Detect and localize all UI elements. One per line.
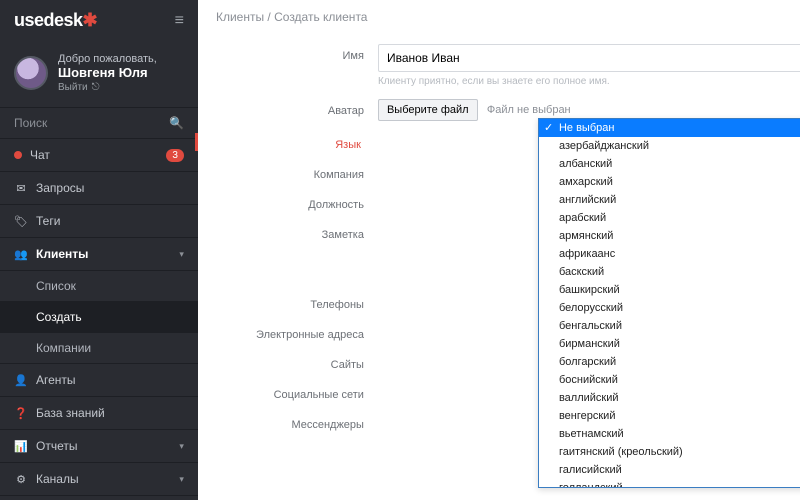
user-avatar <box>14 56 48 90</box>
label-messengers: Мессенджеры <box>198 413 378 431</box>
label-language: Язык <box>195 133 375 151</box>
nav-label: База знаний <box>36 406 184 420</box>
chat-dot-icon <box>14 151 22 159</box>
nav-subitem-Создать[interactable]: Создать <box>0 302 198 333</box>
language-option[interactable]: венгерский <box>539 407 800 425</box>
nav-icon: ❓ <box>14 407 28 420</box>
nav-subitem-Компании[interactable]: Компании <box>0 333 198 364</box>
menu-toggle-icon[interactable]: ≡ <box>175 12 184 30</box>
language-option[interactable]: вьетнамский <box>539 425 800 443</box>
search-icon[interactable]: 🔍 <box>169 116 184 130</box>
nav-label: Теги <box>36 214 184 228</box>
user-name: Шовгеня Юля <box>58 65 157 80</box>
app-logo: usedesk✱ <box>14 10 97 31</box>
breadcrumb: Клиенты / Создать клиента <box>198 0 800 34</box>
main-content: Клиенты / Создать клиента Имя Клиенту пр… <box>198 0 800 500</box>
label-avatar: Аватар <box>198 99 378 117</box>
nav-icon: 📊 <box>14 440 28 453</box>
avatar-file-button[interactable]: Выберите файл <box>378 99 478 121</box>
nav-icon: 👤 <box>14 374 28 387</box>
language-option[interactable]: азербайджанский <box>539 137 800 155</box>
label-note: Заметка <box>198 223 378 241</box>
language-option[interactable]: Не выбран <box>539 119 800 137</box>
nav-label: Отчеты <box>36 439 171 453</box>
language-option[interactable]: албанский <box>539 155 800 173</box>
nav-icon: 🏷 <box>14 215 28 228</box>
language-dropdown[interactable]: Не выбраназербайджанскийалбанскийамхарск… <box>538 118 800 488</box>
nav-label: Запросы <box>36 181 184 195</box>
nav: Чат3✉Запросы🏷Теги👥Клиенты▾СписокСоздатьК… <box>0 139 198 500</box>
chevron-down-icon: ▾ <box>179 441 184 452</box>
language-option[interactable]: валлийский <box>539 389 800 407</box>
search-input[interactable] <box>14 116 169 130</box>
avatar-file-status: Файл не выбран <box>487 104 571 116</box>
language-option[interactable]: арабский <box>539 209 800 227</box>
label-phones: Телефоны <box>198 293 378 311</box>
language-option[interactable]: белорусский <box>539 299 800 317</box>
breadcrumb-current: Создать клиента <box>274 10 367 24</box>
language-option[interactable]: болгарский <box>539 353 800 371</box>
name-input[interactable] <box>378 44 800 72</box>
logout-icon: ⎋ <box>92 82 100 93</box>
user-block: Добро пожаловать, Шовгеня Юля Выйти ⎋ <box>0 41 198 107</box>
language-option[interactable]: башкирский <box>539 281 800 299</box>
nav-label: Агенты <box>36 373 184 387</box>
label-company: Компания <box>198 163 378 181</box>
name-hint: Клиенту приятно, если вы знаете его полн… <box>378 76 800 87</box>
logo-icon: ✱ <box>83 10 98 30</box>
language-option[interactable]: бирманский <box>539 335 800 353</box>
nav-item-Теги[interactable]: 🏷 Теги <box>0 205 198 238</box>
nav-item-Отчеты[interactable]: 📊 Отчеты ▾ <box>0 430 198 463</box>
nav-item-Каналы[interactable]: ⚙ Каналы ▾ <box>0 463 198 496</box>
nav-item-Клиенты[interactable]: 👥 Клиенты ▾ <box>0 238 198 271</box>
label-name: Имя <box>198 44 378 62</box>
nav-label: Чат <box>30 148 158 162</box>
label-position: Должность <box>198 193 378 211</box>
chevron-down-icon: ▾ <box>179 474 184 485</box>
nav-item-Запросы[interactable]: ✉ Запросы <box>0 172 198 205</box>
label-sites: Сайты <box>198 353 378 371</box>
language-option[interactable]: бенгальский <box>539 317 800 335</box>
language-option[interactable]: гаитянский (креольский) <box>539 443 800 461</box>
logout-link[interactable]: Выйти ⎋ <box>58 82 157 93</box>
chevron-down-icon: ▾ <box>179 249 184 260</box>
language-option[interactable]: баскский <box>539 263 800 281</box>
language-option[interactable]: африкаанс <box>539 245 800 263</box>
label-socials: Социальные сети <box>198 383 378 401</box>
nav-item-Агенты[interactable]: 👤 Агенты <box>0 364 198 397</box>
nav-label: Каналы <box>36 472 171 486</box>
nav-icon: 👥 <box>14 248 28 261</box>
nav-icon: ⚙ <box>14 473 28 486</box>
nav-subitem-Список[interactable]: Список <box>0 271 198 302</box>
language-option[interactable]: амхарский <box>539 173 800 191</box>
language-option[interactable]: английский <box>539 191 800 209</box>
nav-label: Клиенты <box>36 247 171 261</box>
language-option[interactable]: армянский <box>539 227 800 245</box>
nav-icon: ✉ <box>14 182 28 195</box>
language-option[interactable]: боснийский <box>539 371 800 389</box>
label-emails: Электронные адреса <box>198 323 378 341</box>
language-option[interactable]: голландский <box>539 479 800 488</box>
nav-item-База знаний[interactable]: ❓ База знаний <box>0 397 198 430</box>
breadcrumb-root[interactable]: Клиенты <box>216 10 264 24</box>
nav-badge: 3 <box>166 149 184 162</box>
sidebar: usedesk✱ ≡ Добро пожаловать, Шовгеня Юля… <box>0 0 198 500</box>
nav-item-Чат[interactable]: Чат 3 <box>0 139 198 172</box>
welcome-text: Добро пожаловать, <box>58 53 157 65</box>
search-row: 🔍 <box>0 107 198 139</box>
language-option[interactable]: галисийский <box>539 461 800 479</box>
